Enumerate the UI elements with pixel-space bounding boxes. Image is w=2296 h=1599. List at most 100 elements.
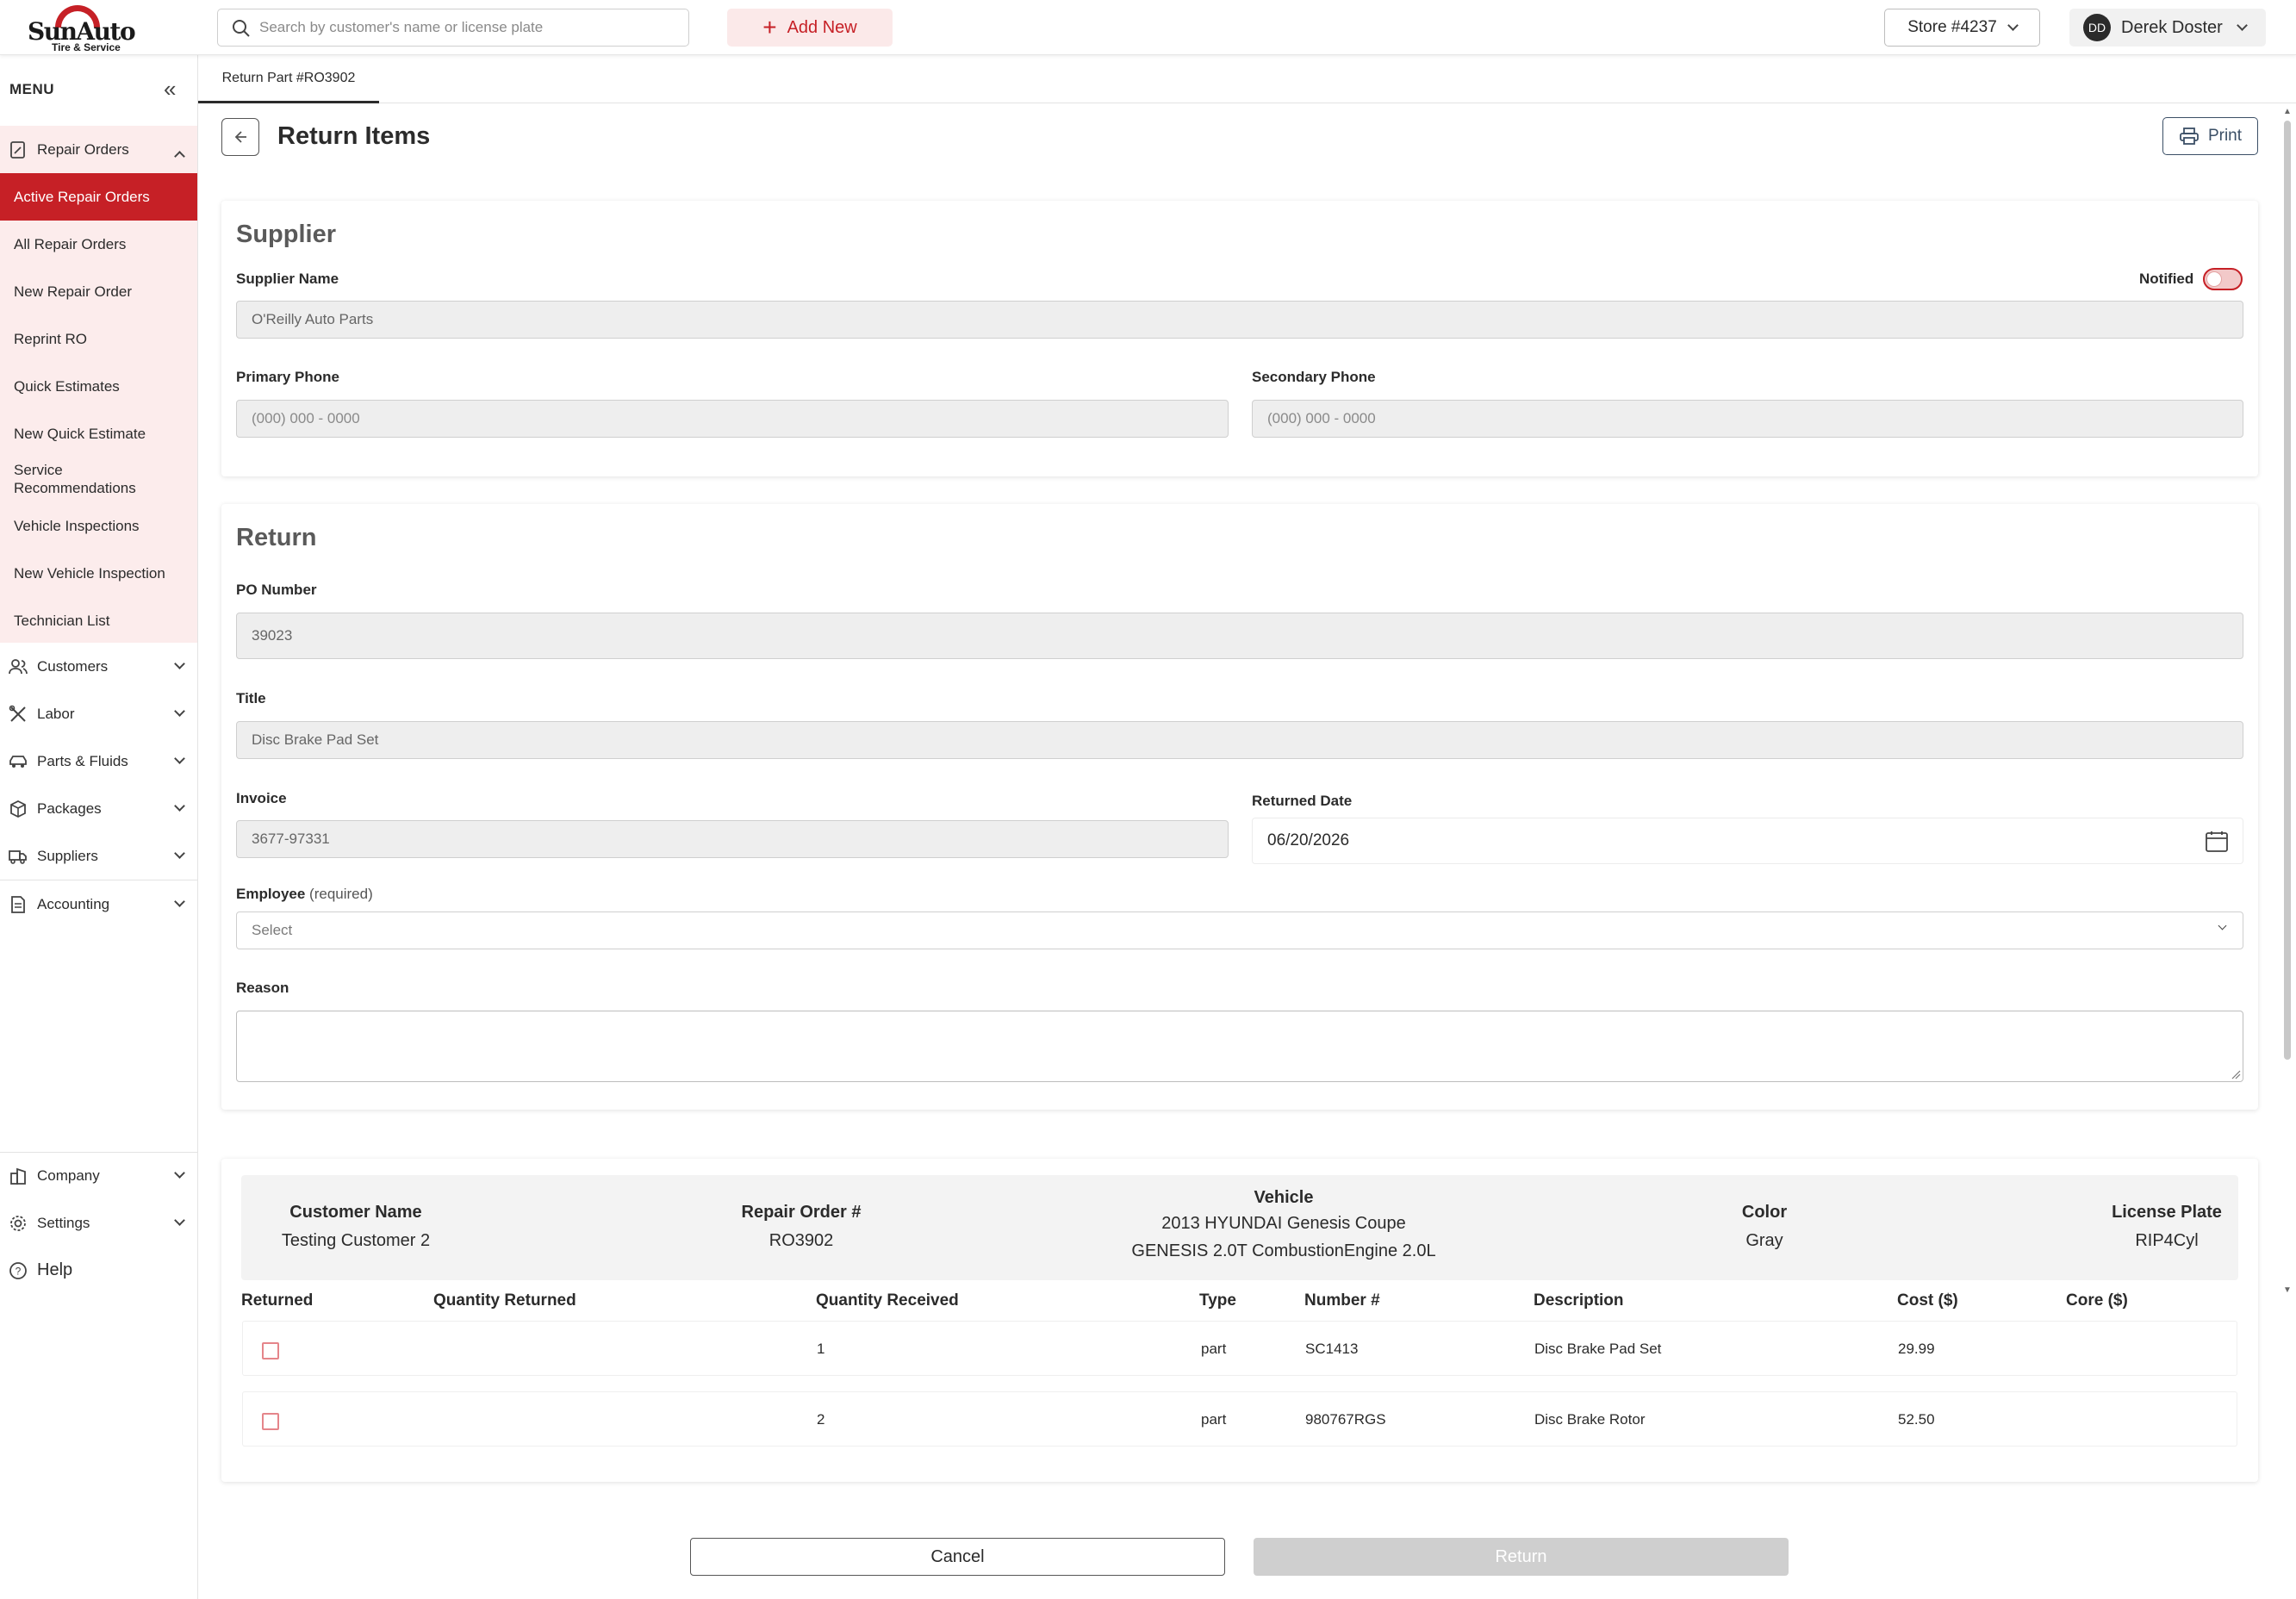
type-cell: part	[1201, 1411, 1227, 1428]
table-row: 1 part SC1413 Disc Brake Pad Set 29.99	[242, 1321, 2237, 1376]
primary-phone-label: Primary Phone	[236, 369, 339, 385]
collapse-sidebar-icon[interactable]: «	[164, 78, 176, 100]
sidebar-item-label: Labor	[37, 705, 75, 722]
user-name: Derek Doster	[2121, 17, 2223, 37]
col-header-description: Description	[1534, 1291, 1624, 1310]
col-header-type: Type	[1199, 1291, 1236, 1310]
scroll-up-arrow-icon[interactable]: ▲	[2283, 107, 2292, 116]
po-number-label: PO Number	[236, 582, 317, 598]
col-header-returned: Returned	[241, 1291, 314, 1310]
print-button[interactable]: Print	[2162, 117, 2258, 155]
color-info: Color Gray	[1721, 1203, 1808, 1250]
chevron-down-icon	[174, 1215, 185, 1226]
vehicle-label: Vehicle	[1254, 1188, 1314, 1207]
car-icon	[9, 756, 27, 768]
back-button[interactable]	[221, 118, 259, 156]
sidebar-item-reprint-ro[interactable]: Reprint RO	[0, 315, 197, 363]
vehicle-info: Vehicle 2013 HYUNDAI Genesis Coupe GENES…	[1103, 1188, 1465, 1265]
supplier-name-field[interactable]: O'Reilly Auto Parts	[236, 301, 2243, 339]
avatar: DD	[2083, 14, 2111, 41]
store-selector[interactable]: Store #4237	[1884, 9, 2040, 47]
resize-handle-icon[interactable]	[2231, 1069, 2241, 1079]
chevron-down-icon	[174, 753, 185, 764]
clipboard-edit-icon	[10, 141, 25, 159]
sidebar-item-help[interactable]: ? Help	[0, 1247, 197, 1294]
sidebar-item-customers[interactable]: Customers	[0, 643, 197, 690]
print-label: Print	[2207, 127, 2243, 145]
sidebar-item-repair-orders[interactable]: Repair Orders	[0, 126, 197, 173]
scroll-down-arrow-icon[interactable]: ▼	[2283, 1285, 2292, 1295]
cost-cell: 29.99	[1898, 1341, 1935, 1357]
sidebar-item-active-repair-orders[interactable]: Active Repair Orders	[0, 173, 197, 221]
sidebar-item-company[interactable]: Company	[0, 1152, 197, 1199]
sidebar-item-vehicle-inspections[interactable]: Vehicle Inspections	[0, 502, 197, 550]
number-cell: SC1413	[1305, 1341, 1359, 1357]
returned-checkbox[interactable]	[262, 1342, 279, 1359]
top-bar: SunAuto Tire & Service + Add New Store #…	[0, 0, 2296, 55]
reason-textarea[interactable]	[236, 1011, 2243, 1082]
tab-return-part[interactable]: Return Part #RO3902	[198, 55, 379, 103]
sidebar-item-packages[interactable]: Packages	[0, 785, 197, 832]
employee-select[interactable]: Select	[236, 911, 2243, 949]
sidebar-item-parts-fluids[interactable]: Parts & Fluids	[0, 737, 197, 785]
sidebar-item-suppliers[interactable]: Suppliers	[0, 832, 197, 880]
sidebar-item-labor[interactable]: Labor	[0, 690, 197, 737]
search-box[interactable]	[217, 9, 689, 47]
scrollbar-thumb[interactable]	[2284, 121, 2291, 1060]
users-icon	[9, 659, 28, 675]
cancel-button[interactable]: Cancel	[690, 1538, 1225, 1576]
chevron-up-icon	[174, 151, 185, 162]
sidebar-item-label: Company	[37, 1167, 100, 1184]
chevron-down-icon	[174, 896, 185, 907]
store-label: Store #4237	[1907, 18, 1997, 36]
secondary-phone-field[interactable]: (000) 000 - 0000	[1252, 400, 2243, 438]
returned-date-field[interactable]: 06/20/2026	[1252, 818, 2243, 864]
calendar-icon[interactable]	[2205, 831, 2229, 853]
page-scrollbar[interactable]: ▲ ▼	[2280, 103, 2296, 1599]
supplier-heading: Supplier	[236, 221, 337, 248]
col-header-number: Number #	[1304, 1291, 1380, 1310]
printer-icon	[2180, 128, 2199, 145]
returned-date-value: 06/20/2026	[1267, 831, 1350, 849]
chevron-down-icon	[174, 658, 185, 669]
sidebar-item-new-quick-estimate[interactable]: New Quick Estimate	[0, 410, 197, 457]
chevron-down-icon	[2007, 20, 2019, 31]
sidebar-item-service-recommendations[interactable]: Service Recommendations	[0, 455, 164, 502]
sidebar-item-settings[interactable]: Settings	[0, 1199, 197, 1247]
notified-toggle[interactable]	[2203, 268, 2243, 290]
arrow-left-icon	[234, 131, 246, 143]
sidebar-item-quick-estimates[interactable]: Quick Estimates	[0, 363, 197, 410]
add-new-label: Add New	[787, 17, 857, 37]
sidebar-item-new-repair-order[interactable]: New Repair Order	[0, 268, 197, 315]
col-header-cost: Cost ($)	[1897, 1291, 1958, 1310]
sidebar-item-all-repair-orders[interactable]: All Repair Orders	[0, 221, 197, 268]
search-input[interactable]	[259, 16, 673, 39]
license-plate-label: License Plate	[2112, 1203, 2222, 1222]
license-plate-value: RIP4Cyl	[2135, 1231, 2199, 1250]
repair-order-info-bar: Customer Name Testing Customer 2 Repair …	[241, 1175, 2238, 1280]
repair-order-label: Repair Order #	[741, 1203, 862, 1222]
invoice-field[interactable]: 3677-97331	[236, 820, 1229, 858]
sidebar-item-label: Packages	[37, 800, 102, 817]
return-button[interactable]: Return	[1254, 1538, 1789, 1576]
menu-label: MENU	[9, 81, 55, 97]
repair-order-info: Repair Order # RO3902	[694, 1203, 909, 1250]
sidebar-item-accounting[interactable]: Accounting	[0, 880, 197, 928]
add-new-button[interactable]: + Add New	[727, 9, 893, 47]
secondary-phone-label: Secondary Phone	[1252, 369, 1376, 385]
help-icon: ?	[9, 1262, 27, 1279]
page-title: Return Items	[277, 122, 431, 150]
employee-label-text: Employee	[236, 886, 306, 902]
sunauto-logo[interactable]: SunAuto Tire & Service	[26, 5, 136, 53]
title-field[interactable]: Disc Brake Pad Set	[236, 721, 2243, 759]
customer-name-label: Customer Name	[289, 1203, 422, 1222]
user-menu[interactable]: DD Derek Doster	[2069, 9, 2266, 47]
returned-checkbox[interactable]	[262, 1413, 279, 1430]
returned-date-label: Returned Date	[1252, 793, 1353, 809]
po-number-field[interactable]: 39023	[236, 613, 2243, 659]
primary-phone-field[interactable]: (000) 000 - 0000	[236, 400, 1229, 438]
description-cell: Disc Brake Pad Set	[1534, 1341, 1662, 1357]
sidebar-item-new-vehicle-inspection[interactable]: New Vehicle Inspection	[0, 550, 197, 597]
notified-label: Notified	[2139, 271, 2194, 287]
sidebar-item-technician-list[interactable]: Technician List	[0, 597, 197, 644]
